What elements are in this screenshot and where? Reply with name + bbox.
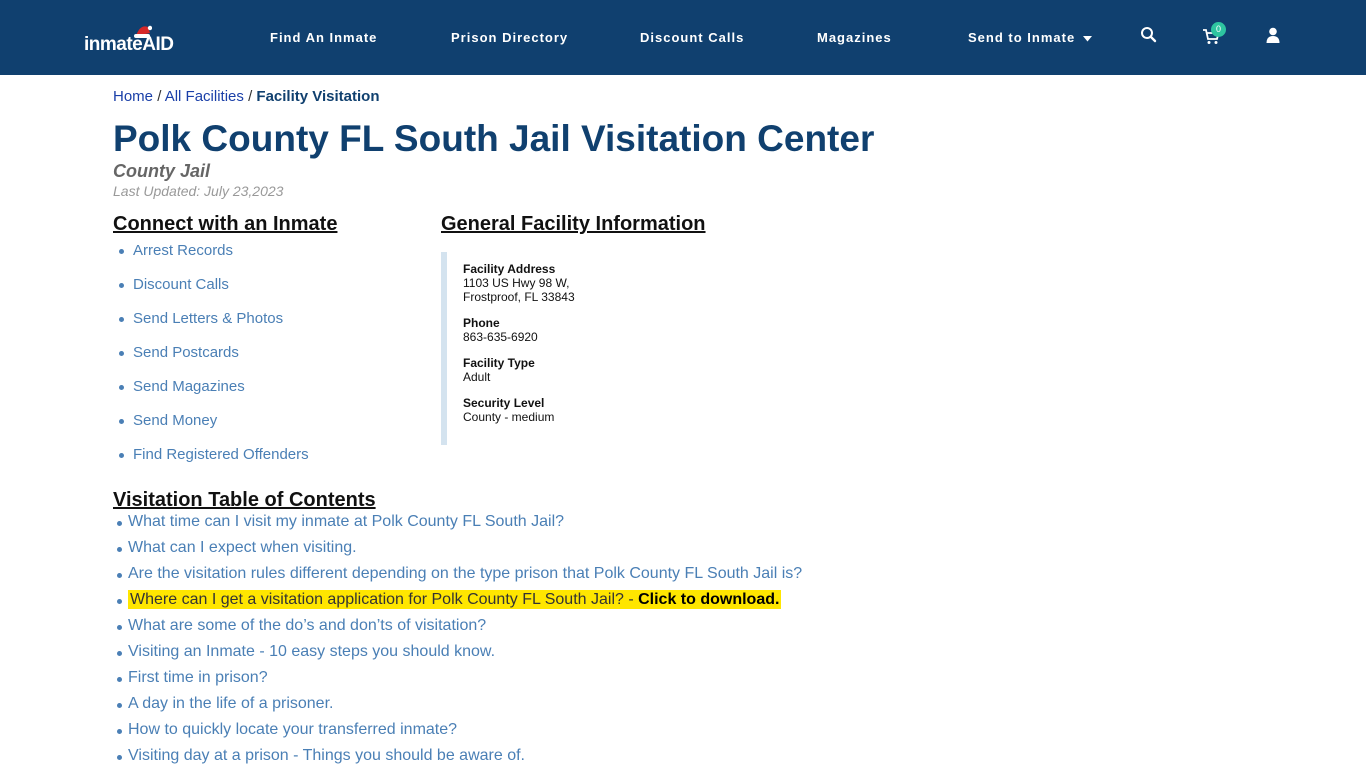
toc-link-dos-donts[interactable]: What are some of the do’s and don’ts of … bbox=[128, 617, 486, 634]
top-navbar: inmateAID Find An Inmate Prison Director… bbox=[0, 0, 1366, 75]
toc-link-visiting-day[interactable]: Visiting day at a prison - Things you sh… bbox=[128, 747, 525, 764]
toc-application-text: Where can I get a visitation application… bbox=[130, 591, 639, 608]
list-item: What time can I visit my inmate at Polk … bbox=[116, 513, 802, 539]
toc-link-first-time[interactable]: First time in prison? bbox=[128, 669, 268, 686]
list-item: How to quickly locate your transferred i… bbox=[116, 721, 802, 747]
breadcrumb-all-facilities[interactable]: All Facilities bbox=[165, 88, 244, 105]
toc-list: What time can I visit my inmate at Polk … bbox=[113, 513, 802, 773]
address-label: Facility Address bbox=[463, 262, 556, 276]
facility-info-heading: General Facility Information bbox=[441, 213, 706, 235]
facility-type-value: Adult bbox=[463, 370, 491, 384]
connect-link-arrest-records[interactable]: Arrest Records bbox=[133, 242, 233, 259]
breadcrumb-current: Facility Visitation bbox=[256, 88, 380, 105]
page-title: Polk County FL South Jail Visitation Cen… bbox=[113, 118, 875, 159]
list-item: First time in prison? bbox=[116, 669, 802, 695]
security-level-label: Security Level bbox=[463, 396, 545, 410]
nav-prison-directory[interactable]: Prison Directory bbox=[451, 30, 568, 45]
toc-link-visit-times[interactable]: What time can I visit my inmate at Polk … bbox=[128, 513, 564, 530]
list-item: Send Magazines bbox=[119, 378, 309, 412]
connect-link-registered-offenders[interactable]: Find Registered Offenders bbox=[133, 446, 309, 463]
toc-heading: Visitation Table of Contents bbox=[113, 489, 376, 511]
toc-link-day-in-life[interactable]: A day in the life of a prisoner. bbox=[128, 695, 333, 712]
list-item: Are the visitation rules different depen… bbox=[116, 565, 802, 591]
last-updated: Last Updated: July 23,2023 bbox=[113, 183, 284, 199]
facility-type: Facility Type Adult bbox=[463, 356, 535, 384]
nav-send-to-inmate[interactable]: Send to Inmate bbox=[968, 30, 1092, 45]
nav-discount-calls[interactable]: Discount Calls bbox=[640, 30, 744, 45]
list-item: Send Postcards bbox=[119, 344, 309, 378]
list-item: What are some of the do’s and don’ts of … bbox=[116, 617, 802, 643]
list-item: Arrest Records bbox=[119, 242, 309, 276]
list-item: Find Registered Offenders bbox=[119, 446, 309, 480]
phone-value: 863-635-6920 bbox=[463, 330, 538, 344]
breadcrumb-separator: / bbox=[157, 88, 162, 105]
user-icon[interactable] bbox=[1264, 26, 1282, 44]
logo-text: inmateAID bbox=[84, 34, 174, 55]
search-icon[interactable] bbox=[1140, 26, 1158, 44]
connect-link-postcards[interactable]: Send Postcards bbox=[133, 344, 239, 361]
list-item: What can I expect when visiting. bbox=[116, 539, 802, 565]
list-item: A day in the life of a prisoner. bbox=[116, 695, 802, 721]
list-item: Send Money bbox=[119, 412, 309, 446]
connect-link-money[interactable]: Send Money bbox=[133, 412, 217, 429]
connect-list: Arrest Records Discount Calls Send Lette… bbox=[113, 242, 309, 480]
connect-link-discount-calls[interactable]: Discount Calls bbox=[133, 276, 229, 293]
list-item: Visiting day at a prison - Things you sh… bbox=[116, 747, 802, 773]
breadcrumb: Home / All Facilities / Facility Visitat… bbox=[113, 88, 380, 105]
list-item: Send Letters & Photos bbox=[119, 310, 309, 344]
facility-address: Facility Address 1103 US Hwy 98 W, Frost… bbox=[463, 262, 575, 304]
caret-down-icon bbox=[1082, 35, 1092, 42]
connect-heading: Connect with an Inmate bbox=[113, 213, 338, 235]
facility-info-box: Facility Address 1103 US Hwy 98 W, Frost… bbox=[441, 252, 691, 445]
toc-link-visitation-application[interactable]: Where can I get a visitation application… bbox=[128, 590, 782, 609]
toc-link-what-to-expect[interactable]: What can I expect when visiting. bbox=[128, 539, 357, 556]
toc-link-10-steps[interactable]: Visiting an Inmate - 10 easy steps you s… bbox=[128, 643, 495, 660]
site-logo[interactable]: inmateAID bbox=[84, 24, 184, 56]
list-item: Where can I get a visitation application… bbox=[116, 590, 802, 617]
breadcrumb-separator: / bbox=[248, 88, 253, 105]
toc-link-rules-by-type[interactable]: Are the visitation rules different depen… bbox=[128, 565, 802, 582]
nav-magazines[interactable]: Magazines bbox=[817, 30, 892, 45]
address-line-1: 1103 US Hwy 98 W, bbox=[463, 276, 570, 290]
facility-security: Security Level County - medium bbox=[463, 396, 554, 424]
nav-send-to-inmate-label: Send to Inmate bbox=[968, 30, 1076, 45]
cart-count-badge: 0 bbox=[1211, 22, 1226, 37]
connect-link-magazines[interactable]: Send Magazines bbox=[133, 378, 245, 395]
connect-link-letters-photos[interactable]: Send Letters & Photos bbox=[133, 310, 283, 327]
breadcrumb-home[interactable]: Home bbox=[113, 88, 153, 105]
list-item: Discount Calls bbox=[119, 276, 309, 310]
facility-phone: Phone 863-635-6920 bbox=[463, 316, 538, 344]
nav-find-inmate[interactable]: Find An Inmate bbox=[270, 30, 377, 45]
toc-link-locate-transferred[interactable]: How to quickly locate your transferred i… bbox=[128, 721, 457, 738]
security-level-value: County - medium bbox=[463, 410, 555, 424]
facility-type-label: Facility Type bbox=[463, 356, 535, 370]
address-line-2: Frostproof, FL 33843 bbox=[463, 290, 575, 304]
facility-category: County Jail bbox=[113, 161, 211, 181]
phone-label: Phone bbox=[463, 316, 500, 330]
download-link[interactable]: Click to download. bbox=[638, 591, 779, 608]
list-item: Visiting an Inmate - 10 easy steps you s… bbox=[116, 643, 802, 669]
